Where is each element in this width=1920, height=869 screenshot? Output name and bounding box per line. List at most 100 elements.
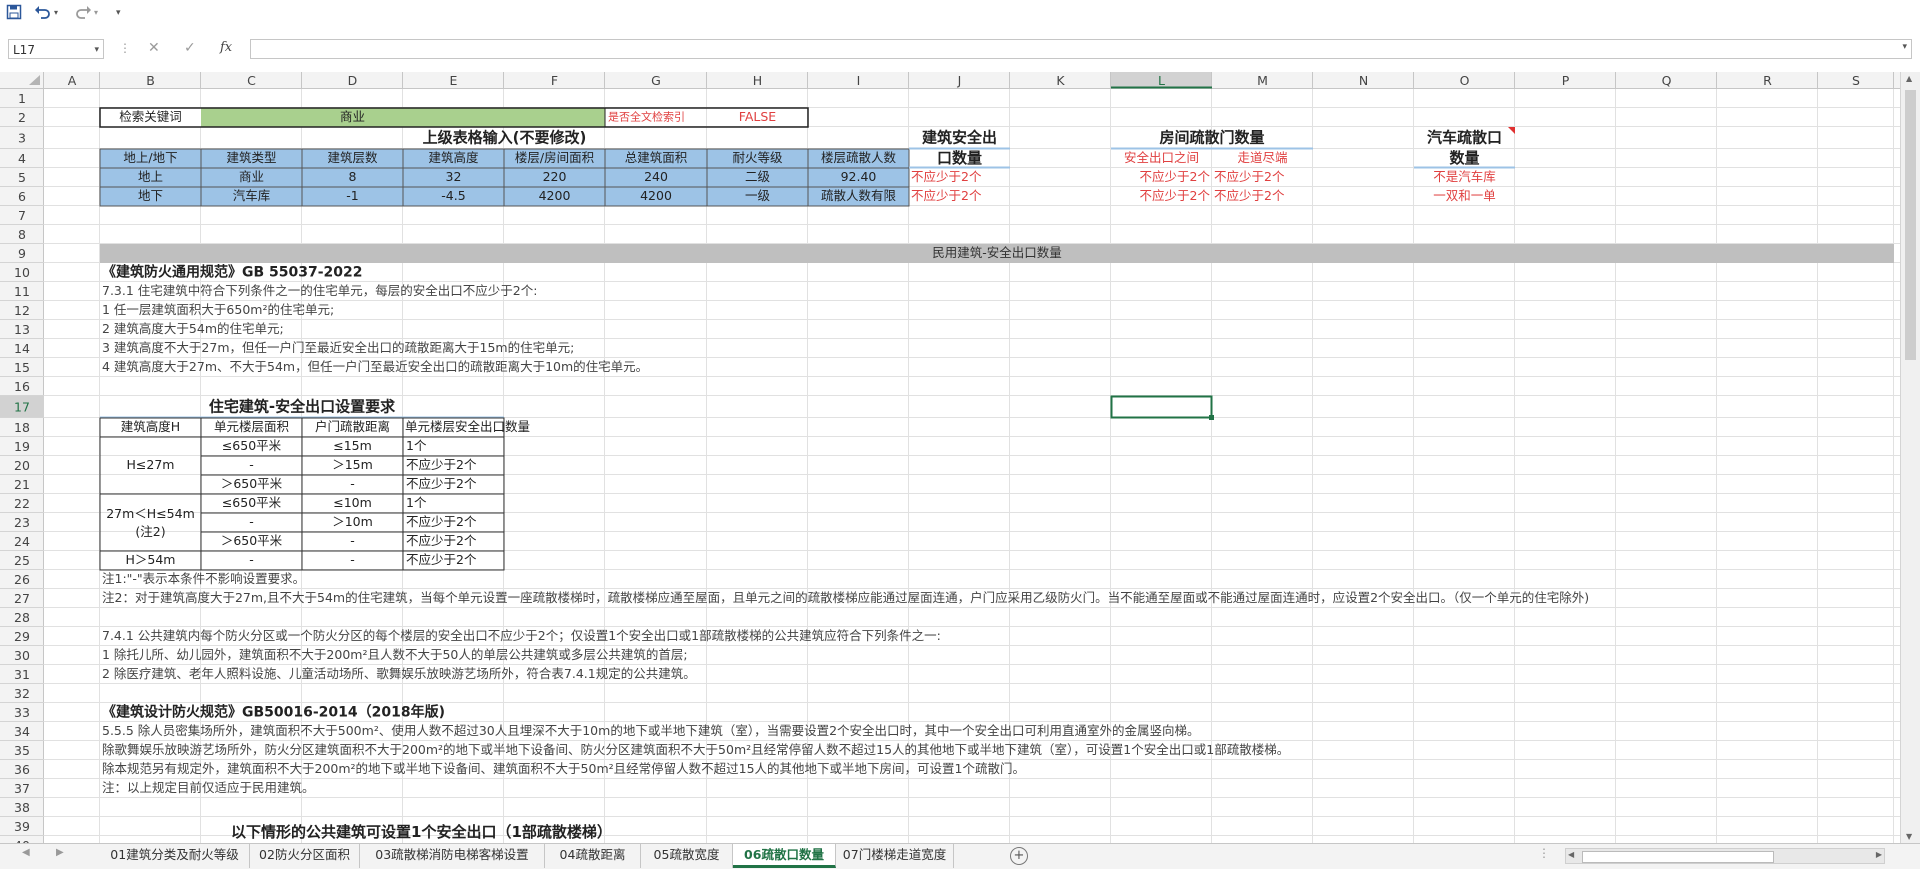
redo-dropdown-icon[interactable]: ▾: [94, 4, 104, 22]
row-header-3: 3: [18, 131, 26, 146]
row-header-23: 23: [14, 515, 30, 530]
split-handle-icon[interactable]: ⋮: [1538, 846, 1550, 860]
prev-sheet-icon[interactable]: ◀: [22, 847, 30, 858]
sheet-tab[interactable]: 03疏散梯消防电梯客梯设置: [360, 844, 545, 868]
customize-toolbar-icon[interactable]: ▾: [116, 4, 128, 22]
scroll-right-icon[interactable]: ▶: [1876, 850, 1882, 859]
table-cell: ＞10m: [332, 514, 373, 529]
sheet-tab[interactable]: 02防火分区面积: [250, 844, 360, 868]
row-header-19: 19: [14, 439, 30, 454]
column-header-F: F: [551, 73, 558, 88]
room-door-subheader: 走道尽端: [1237, 150, 1287, 165]
input-value: 商业: [239, 169, 264, 184]
undo-dropdown-icon[interactable]: ▾: [54, 4, 64, 22]
room-door-title: 房间疏散门数量: [1159, 129, 1264, 147]
code-title: 《建筑防火通用规范》GB 55037-2022: [102, 264, 363, 281]
input-value: 4200: [640, 188, 672, 203]
formula-bar: L17 ▾ ⋮ ✕ ✓ fx ▾: [0, 37, 1920, 63]
fulltext-value: FALSE: [739, 109, 776, 124]
table-cell: 不应少于2个: [406, 476, 477, 491]
add-sheet-icon[interactable]: +: [1010, 847, 1028, 865]
sheet-tab[interactable]: 01建筑分类及耐火等级: [100, 844, 250, 868]
room-door-value: 不应少于2个: [1140, 188, 1211, 203]
cancel-icon[interactable]: ✕: [148, 40, 160, 56]
car-exit-title: 数量: [1449, 149, 1479, 167]
row-header-32: 32: [14, 686, 30, 701]
code-text-line: 5.5.5 除人员密集场所外，建筑面积不大于500m²、使用人数不超过30人且埋…: [102, 723, 1200, 738]
formula-expand-icon[interactable]: ▾: [1902, 42, 1907, 52]
table-cell: -: [249, 514, 254, 529]
insert-function-icon[interactable]: fx: [220, 40, 232, 55]
input-value: 4200: [539, 188, 571, 203]
keyword-label: 检索关键词: [119, 109, 182, 124]
sheet-tab[interactable]: 07门楼梯走道宽度: [836, 844, 954, 868]
column-header-G: G: [651, 73, 661, 88]
code-text-line: 注：以上规定目前仅适应于民用建筑。: [102, 780, 315, 795]
keyword-input-cell: [504, 108, 605, 127]
column-header-I: I: [857, 73, 861, 88]
row-header-38: 38: [14, 800, 30, 815]
row-header-28: 28: [14, 610, 30, 625]
worksheet-grid[interactable]: A B C D E F G H I J K L M N O P Q R S123456789101112131415…: [0, 72, 1900, 843]
redo-icon[interactable]: [74, 4, 92, 22]
column-header-K: K: [1056, 73, 1065, 88]
code-text-line: 3 建筑高度不大于27m，但任一户门至最近安全出口的疏散距离大于15m的住宅单元…: [102, 340, 574, 355]
scroll-down-icon[interactable]: ▼: [1906, 832, 1912, 841]
row-header-31: 31: [14, 667, 30, 682]
name-box-dropdown-icon[interactable]: ▾: [94, 40, 99, 60]
row-header-2: 2: [18, 110, 26, 125]
row-header-24: 24: [14, 534, 30, 549]
vertical-scrollbar[interactable]: ▲ ▼: [1900, 72, 1920, 843]
sheet-tab[interactable]: 05疏散宽度: [641, 844, 733, 868]
more-icon: ⋮: [119, 41, 131, 55]
scroll-left-icon[interactable]: ◀: [1568, 850, 1574, 859]
car-exit-value: 不是汽车库: [1433, 169, 1496, 184]
code-text-line: 除本规范另有规定外，建筑面积不大于200m²的地下或半地下设备间、建筑面积不大于…: [102, 761, 1025, 776]
height-group: 27m＜H≤54m: [106, 506, 195, 521]
column-header-C: C: [247, 73, 256, 88]
comment-marker: [1508, 127, 1515, 134]
enter-icon[interactable]: ✓: [184, 40, 196, 56]
row-header-8: 8: [18, 227, 26, 242]
height-group: (注2): [135, 524, 165, 539]
horizontal-scroll-thumb[interactable]: [1582, 851, 1774, 863]
code-text-line: 除歌舞娱乐放映游艺场所外，防火分区建筑面积不大于200m²的地下或半地下设备间、…: [102, 742, 1289, 757]
code-text-line: 2 除医疗建筑、老年人照料设施、儿童活动场所、歌舞娱乐放映游艺场所外，符合表7.…: [102, 666, 696, 681]
row-header-20: 20: [14, 458, 30, 473]
scroll-up-icon[interactable]: ▲: [1906, 74, 1912, 83]
room-door-value: 不应少于2个: [1214, 188, 1285, 203]
input-value: 240: [644, 169, 668, 184]
row-header-33: 33: [14, 705, 30, 720]
input-header: 耐火等级: [732, 150, 783, 165]
vertical-scroll-thumb[interactable]: [1905, 90, 1916, 360]
sheet-tab[interactable]: 06疏散口数量: [733, 844, 836, 868]
input-value: 8: [349, 169, 357, 184]
table-cell: -: [350, 476, 355, 491]
input-header: 建筑层数: [327, 150, 378, 165]
input-value: 一级: [745, 188, 771, 203]
input-header: 建筑类型: [226, 150, 276, 165]
name-box[interactable]: L17 ▾: [8, 39, 104, 59]
undo-icon[interactable]: [34, 4, 52, 22]
next-sheet-icon[interactable]: ▶: [56, 847, 64, 858]
column-header-Q: Q: [1662, 73, 1672, 88]
horizontal-scrollbar[interactable]: ◀ ▶: [1565, 848, 1885, 864]
table-cell: 不应少于2个: [406, 533, 477, 548]
room-door-subheader: 安全出口之间: [1124, 150, 1199, 165]
input-value: 220: [543, 169, 567, 184]
input-value: 疏散人数有限: [821, 188, 897, 203]
safe-exit-value: 不应少于2个: [911, 188, 982, 203]
height-group: H≤27m: [127, 457, 175, 472]
sheet-tab[interactable]: 04疏散距离: [545, 844, 641, 868]
row-header-22: 22: [14, 496, 30, 511]
row-header-4: 4: [18, 151, 26, 166]
save-icon[interactable]: [6, 4, 24, 22]
column-header-B: B: [146, 73, 155, 88]
car-exit-value: 一双和一单: [1433, 188, 1496, 203]
code-title: 《建筑设计防火规范》GB50016-2014（2018年版): [102, 704, 445, 721]
table-cell: 1个: [406, 495, 427, 510]
table-cell: ≤10m: [333, 495, 372, 510]
formula-input[interactable]: ▾: [250, 39, 1912, 59]
column-header-P: P: [1562, 73, 1570, 88]
input-header: 楼层/房间面积: [515, 150, 594, 165]
